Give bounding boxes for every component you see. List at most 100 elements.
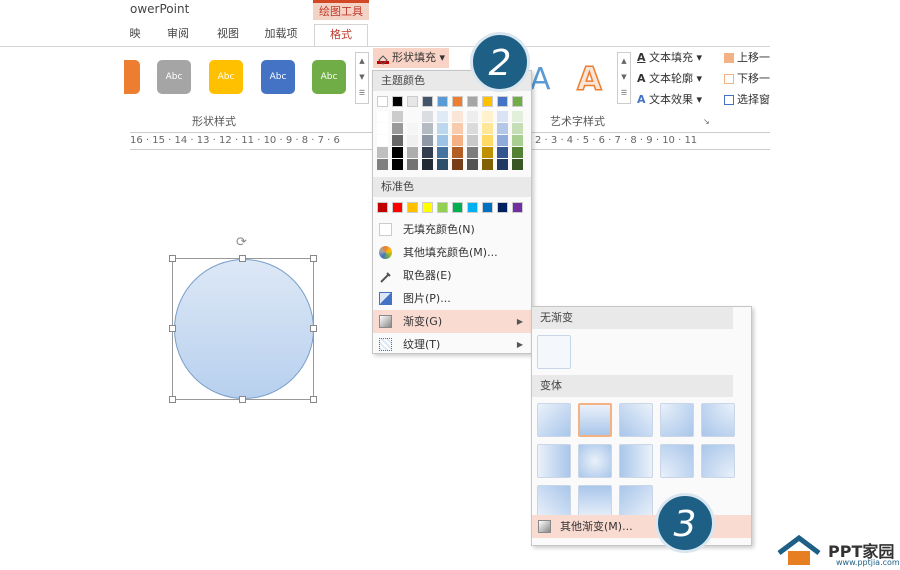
gradient-item[interactable]: 渐变(G) ▶: [373, 310, 531, 333]
rotate-handle-icon[interactable]: ⟳: [236, 235, 247, 250]
color-swatch[interactable]: [377, 135, 388, 146]
color-swatch[interactable]: [497, 111, 508, 122]
color-swatch[interactable]: [377, 123, 388, 134]
resize-handle-e[interactable]: [310, 325, 317, 332]
color-swatch[interactable]: [392, 202, 403, 213]
color-swatch[interactable]: [377, 96, 388, 107]
tab-view[interactable]: 视图: [210, 24, 246, 46]
color-swatch[interactable]: [452, 159, 463, 170]
color-swatch[interactable]: [482, 147, 493, 158]
resize-handle-nw[interactable]: [169, 255, 176, 262]
shape-style-gold[interactable]: Abc: [209, 60, 243, 94]
color-swatch[interactable]: [482, 202, 493, 213]
resize-handle-ne[interactable]: [310, 255, 317, 262]
gradient-variant-tile[interactable]: [578, 444, 612, 478]
color-swatch[interactable]: [437, 96, 448, 107]
color-swatch[interactable]: [482, 135, 493, 146]
color-swatch[interactable]: [392, 96, 403, 107]
color-swatch[interactable]: [512, 159, 523, 170]
color-swatch[interactable]: [512, 135, 523, 146]
style-gallery-scroll[interactable]: ▲ ▼ ☰: [355, 52, 369, 104]
color-swatch[interactable]: [497, 147, 508, 158]
tab-format[interactable]: 格式: [314, 24, 368, 48]
texture-item[interactable]: 纹理(T) ▶: [373, 333, 531, 356]
resize-handle-n[interactable]: [239, 255, 246, 262]
color-swatch[interactable]: [482, 159, 493, 170]
color-swatch[interactable]: [452, 147, 463, 158]
color-swatch[interactable]: [407, 147, 418, 158]
gradient-variant-tile[interactable]: [619, 403, 653, 437]
gradient-variant-tile[interactable]: [578, 485, 612, 519]
text-fill-button[interactable]: A 文本填充 ▾: [637, 48, 702, 68]
color-swatch[interactable]: [392, 135, 403, 146]
color-swatch[interactable]: [467, 96, 478, 107]
color-swatch[interactable]: [392, 147, 403, 158]
no-gradient-tile[interactable]: [537, 335, 571, 369]
color-swatch[interactable]: [467, 202, 478, 213]
color-swatch[interactable]: [467, 159, 478, 170]
gradient-variant-tile[interactable]: [619, 485, 653, 519]
color-swatch[interactable]: [422, 202, 433, 213]
tab-slideshow[interactable]: 映: [125, 24, 145, 46]
no-fill-item[interactable]: 无填充颜色(N): [373, 218, 531, 241]
color-swatch[interactable]: [377, 159, 388, 170]
resize-handle-s[interactable]: [239, 396, 246, 403]
tab-addins[interactable]: 加载项: [258, 24, 304, 46]
resize-handle-se[interactable]: [310, 396, 317, 403]
color-swatch[interactable]: [497, 96, 508, 107]
color-swatch[interactable]: [422, 159, 433, 170]
picture-item[interactable]: 图片(P)...: [373, 287, 531, 310]
color-swatch[interactable]: [437, 202, 448, 213]
color-swatch[interactable]: [422, 147, 433, 158]
color-swatch[interactable]: [452, 123, 463, 134]
gradient-variant-tile[interactable]: [660, 403, 694, 437]
color-swatch[interactable]: [452, 111, 463, 122]
gradient-variant-tile[interactable]: [701, 444, 735, 478]
color-swatch[interactable]: [467, 135, 478, 146]
color-swatch[interactable]: [512, 111, 523, 122]
color-swatch[interactable]: [467, 147, 478, 158]
color-swatch[interactable]: [482, 111, 493, 122]
color-swatch[interactable]: [467, 123, 478, 134]
color-swatch[interactable]: [407, 159, 418, 170]
gradient-variant-tile[interactable]: [619, 444, 653, 478]
shape-style-green[interactable]: Abc: [312, 60, 346, 94]
shape-style-orange[interactable]: [124, 60, 140, 94]
resize-handle-sw[interactable]: [169, 396, 176, 403]
color-swatch[interactable]: [407, 202, 418, 213]
wordart-preview-blue[interactable]: A: [530, 62, 551, 97]
color-swatch[interactable]: [437, 135, 448, 146]
more-gradients-item[interactable]: 其他渐变(M)...: [532, 515, 751, 538]
color-swatch[interactable]: [422, 123, 433, 134]
color-swatch[interactable]: [392, 123, 403, 134]
color-swatch[interactable]: [512, 123, 523, 134]
wordart-preview-orange[interactable]: A: [576, 59, 602, 99]
text-outline-button[interactable]: A 文本轮廓 ▾: [637, 69, 702, 89]
gradient-variant-tile[interactable]: [578, 403, 612, 437]
resize-handle-w[interactable]: [169, 325, 176, 332]
color-swatch[interactable]: [392, 111, 403, 122]
gradient-variant-tile[interactable]: [537, 444, 571, 478]
color-swatch[interactable]: [422, 96, 433, 107]
more-fill-colors-item[interactable]: 其他填充颜色(M)...: [373, 241, 531, 264]
color-swatch[interactable]: [437, 159, 448, 170]
color-swatch[interactable]: [512, 96, 523, 107]
gradient-variant-tile[interactable]: [701, 403, 735, 437]
color-swatch[interactable]: [497, 135, 508, 146]
tab-review[interactable]: 审阅: [160, 24, 196, 46]
text-effects-button[interactable]: A 文本效果 ▾: [637, 90, 702, 110]
color-swatch[interactable]: [422, 111, 433, 122]
color-swatch[interactable]: [467, 111, 478, 122]
color-swatch[interactable]: [452, 96, 463, 107]
color-swatch[interactable]: [497, 123, 508, 134]
color-swatch[interactable]: [377, 111, 388, 122]
color-swatch[interactable]: [437, 111, 448, 122]
send-backward-button[interactable]: 下移一: [724, 69, 770, 89]
gradient-variant-tile[interactable]: [537, 485, 571, 519]
color-swatch[interactable]: [452, 135, 463, 146]
color-swatch[interactable]: [497, 202, 508, 213]
color-swatch[interactable]: [392, 159, 403, 170]
shape-style-blue[interactable]: Abc: [261, 60, 295, 94]
shape-fill-button[interactable]: 形状填充 ▾: [373, 48, 450, 68]
shape-style-gray[interactable]: Abc: [157, 60, 191, 94]
